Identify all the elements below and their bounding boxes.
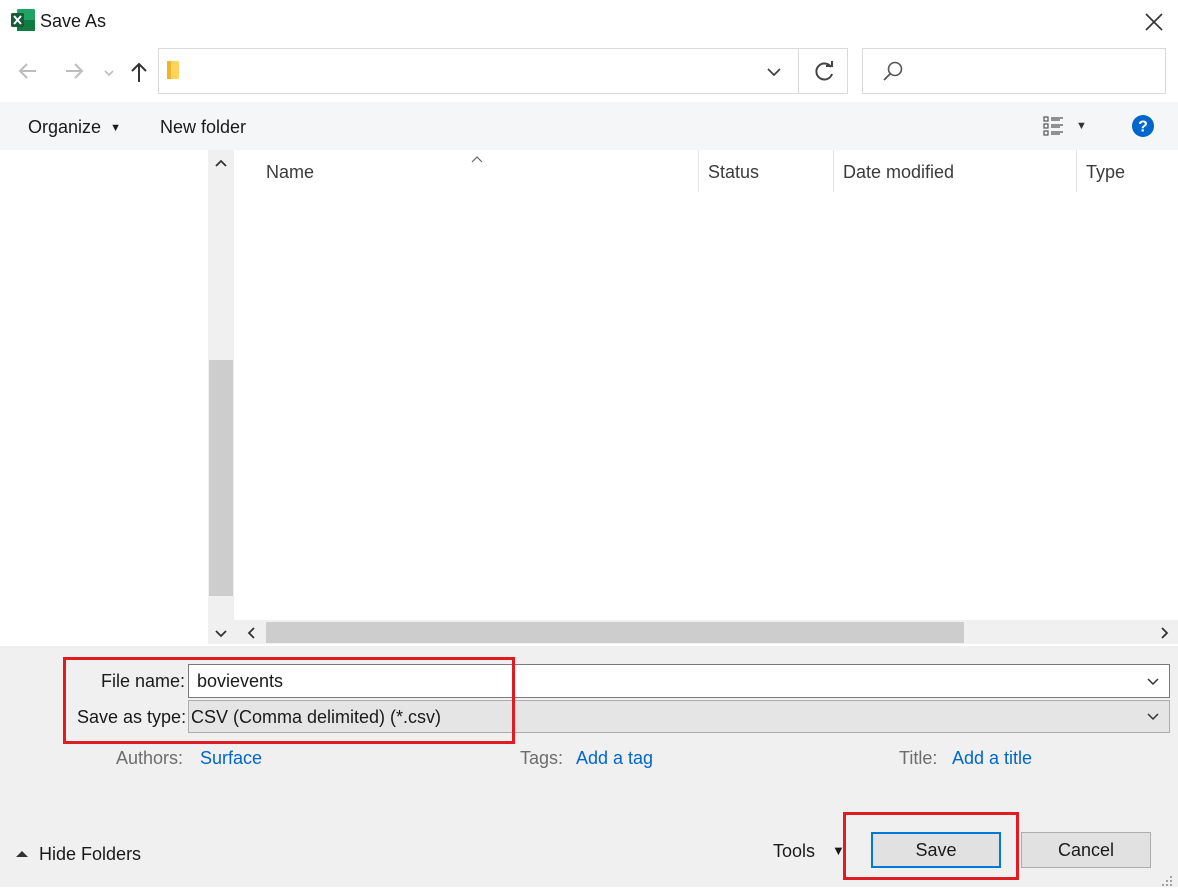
chevron-up-icon <box>215 159 227 167</box>
column-header-date-modified[interactable]: Date modified <box>843 162 954 183</box>
refresh-button[interactable] <box>812 59 838 90</box>
forward-button[interactable] <box>62 58 86 89</box>
back-arrow-icon <box>18 63 36 79</box>
view-options-caret-icon[interactable]: ▼ <box>1076 120 1087 132</box>
help-icon: ? <box>1132 115 1154 137</box>
back-button[interactable] <box>16 58 40 89</box>
column-header-name[interactable]: Name <box>266 162 314 183</box>
column-header-type[interactable]: Type <box>1086 162 1125 183</box>
file-scroll-thumb[interactable] <box>266 622 964 643</box>
up-button[interactable] <box>127 58 151 91</box>
up-arrow-icon <box>131 62 147 82</box>
close-icon <box>1145 13 1163 31</box>
tools-label: Tools <box>773 841 816 861</box>
tags-link[interactable]: Add a tag <box>576 748 653 769</box>
organize-menu[interactable]: Organize ▼ <box>28 117 121 138</box>
dropdown-caret-icon: ▼ <box>110 122 121 134</box>
sort-ascending-icon <box>470 148 484 169</box>
nav-scroll-thumb[interactable] <box>209 360 233 596</box>
chevron-left-icon <box>247 627 255 639</box>
highlight-box-file-fields <box>63 657 515 744</box>
chevron-down-icon <box>104 70 114 77</box>
authors-link[interactable]: Surface <box>200 748 262 769</box>
help-button[interactable]: ? <box>1131 114 1155 143</box>
divider <box>798 48 799 94</box>
search-box[interactable] <box>862 48 1166 94</box>
title-label: Title: <box>899 748 938 768</box>
highlight-box-save <box>843 812 1019 880</box>
column-divider <box>698 150 699 192</box>
excel-icon <box>11 9 35 31</box>
view-list-icon <box>1043 116 1063 136</box>
column-header-status[interactable]: Status <box>708 162 759 183</box>
close-button[interactable] <box>1136 4 1172 40</box>
navigation-pane[interactable] <box>0 150 208 644</box>
recent-locations-button[interactable] <box>102 64 116 85</box>
change-view-button[interactable] <box>1042 114 1066 143</box>
hide-folders-button[interactable]: Hide Folders <box>14 844 141 865</box>
address-dropdown-button[interactable] <box>762 60 786 89</box>
column-divider <box>833 150 834 192</box>
scroll-left-button[interactable] <box>243 624 261 647</box>
window-title: Save As <box>40 11 107 31</box>
forward-arrow-icon <box>66 63 84 79</box>
refresh-icon <box>815 61 833 81</box>
address-bar[interactable] <box>158 48 848 94</box>
chevron-down-icon[interactable] <box>1145 673 1161 689</box>
file-list[interactable] <box>234 150 1178 620</box>
svg-text:?: ? <box>1138 119 1148 136</box>
chevron-down-icon <box>1147 713 1159 721</box>
title-bar <box>0 0 1178 44</box>
scroll-up-button[interactable] <box>212 155 230 178</box>
folder-icon <box>166 60 180 85</box>
chevron-up-icon <box>16 851 28 857</box>
resize-grip-icon[interactable] <box>1160 872 1174 893</box>
hide-folders-label: Hide Folders <box>39 844 142 864</box>
search-icon <box>880 59 906 90</box>
new-folder-button[interactable]: New folder <box>160 117 246 138</box>
chevron-down-icon <box>215 630 227 638</box>
chevron-down-icon <box>767 68 781 77</box>
column-divider <box>1076 150 1077 192</box>
scroll-down-button[interactable] <box>212 624 230 647</box>
scroll-right-button[interactable] <box>1155 624 1173 647</box>
tags-label: Tags: <box>520 748 564 768</box>
authors-label: Authors: <box>116 748 184 768</box>
tools-menu[interactable]: Tools ▼ <box>773 841 845 862</box>
command-bar: Organize ▼ New folder ▼ ? <box>0 102 1178 150</box>
cancel-button[interactable]: Cancel <box>1021 832 1151 868</box>
title-link[interactable]: Add a title <box>952 748 1032 769</box>
chevron-right-icon <box>1161 627 1169 639</box>
organize-label: Organize <box>28 117 102 137</box>
